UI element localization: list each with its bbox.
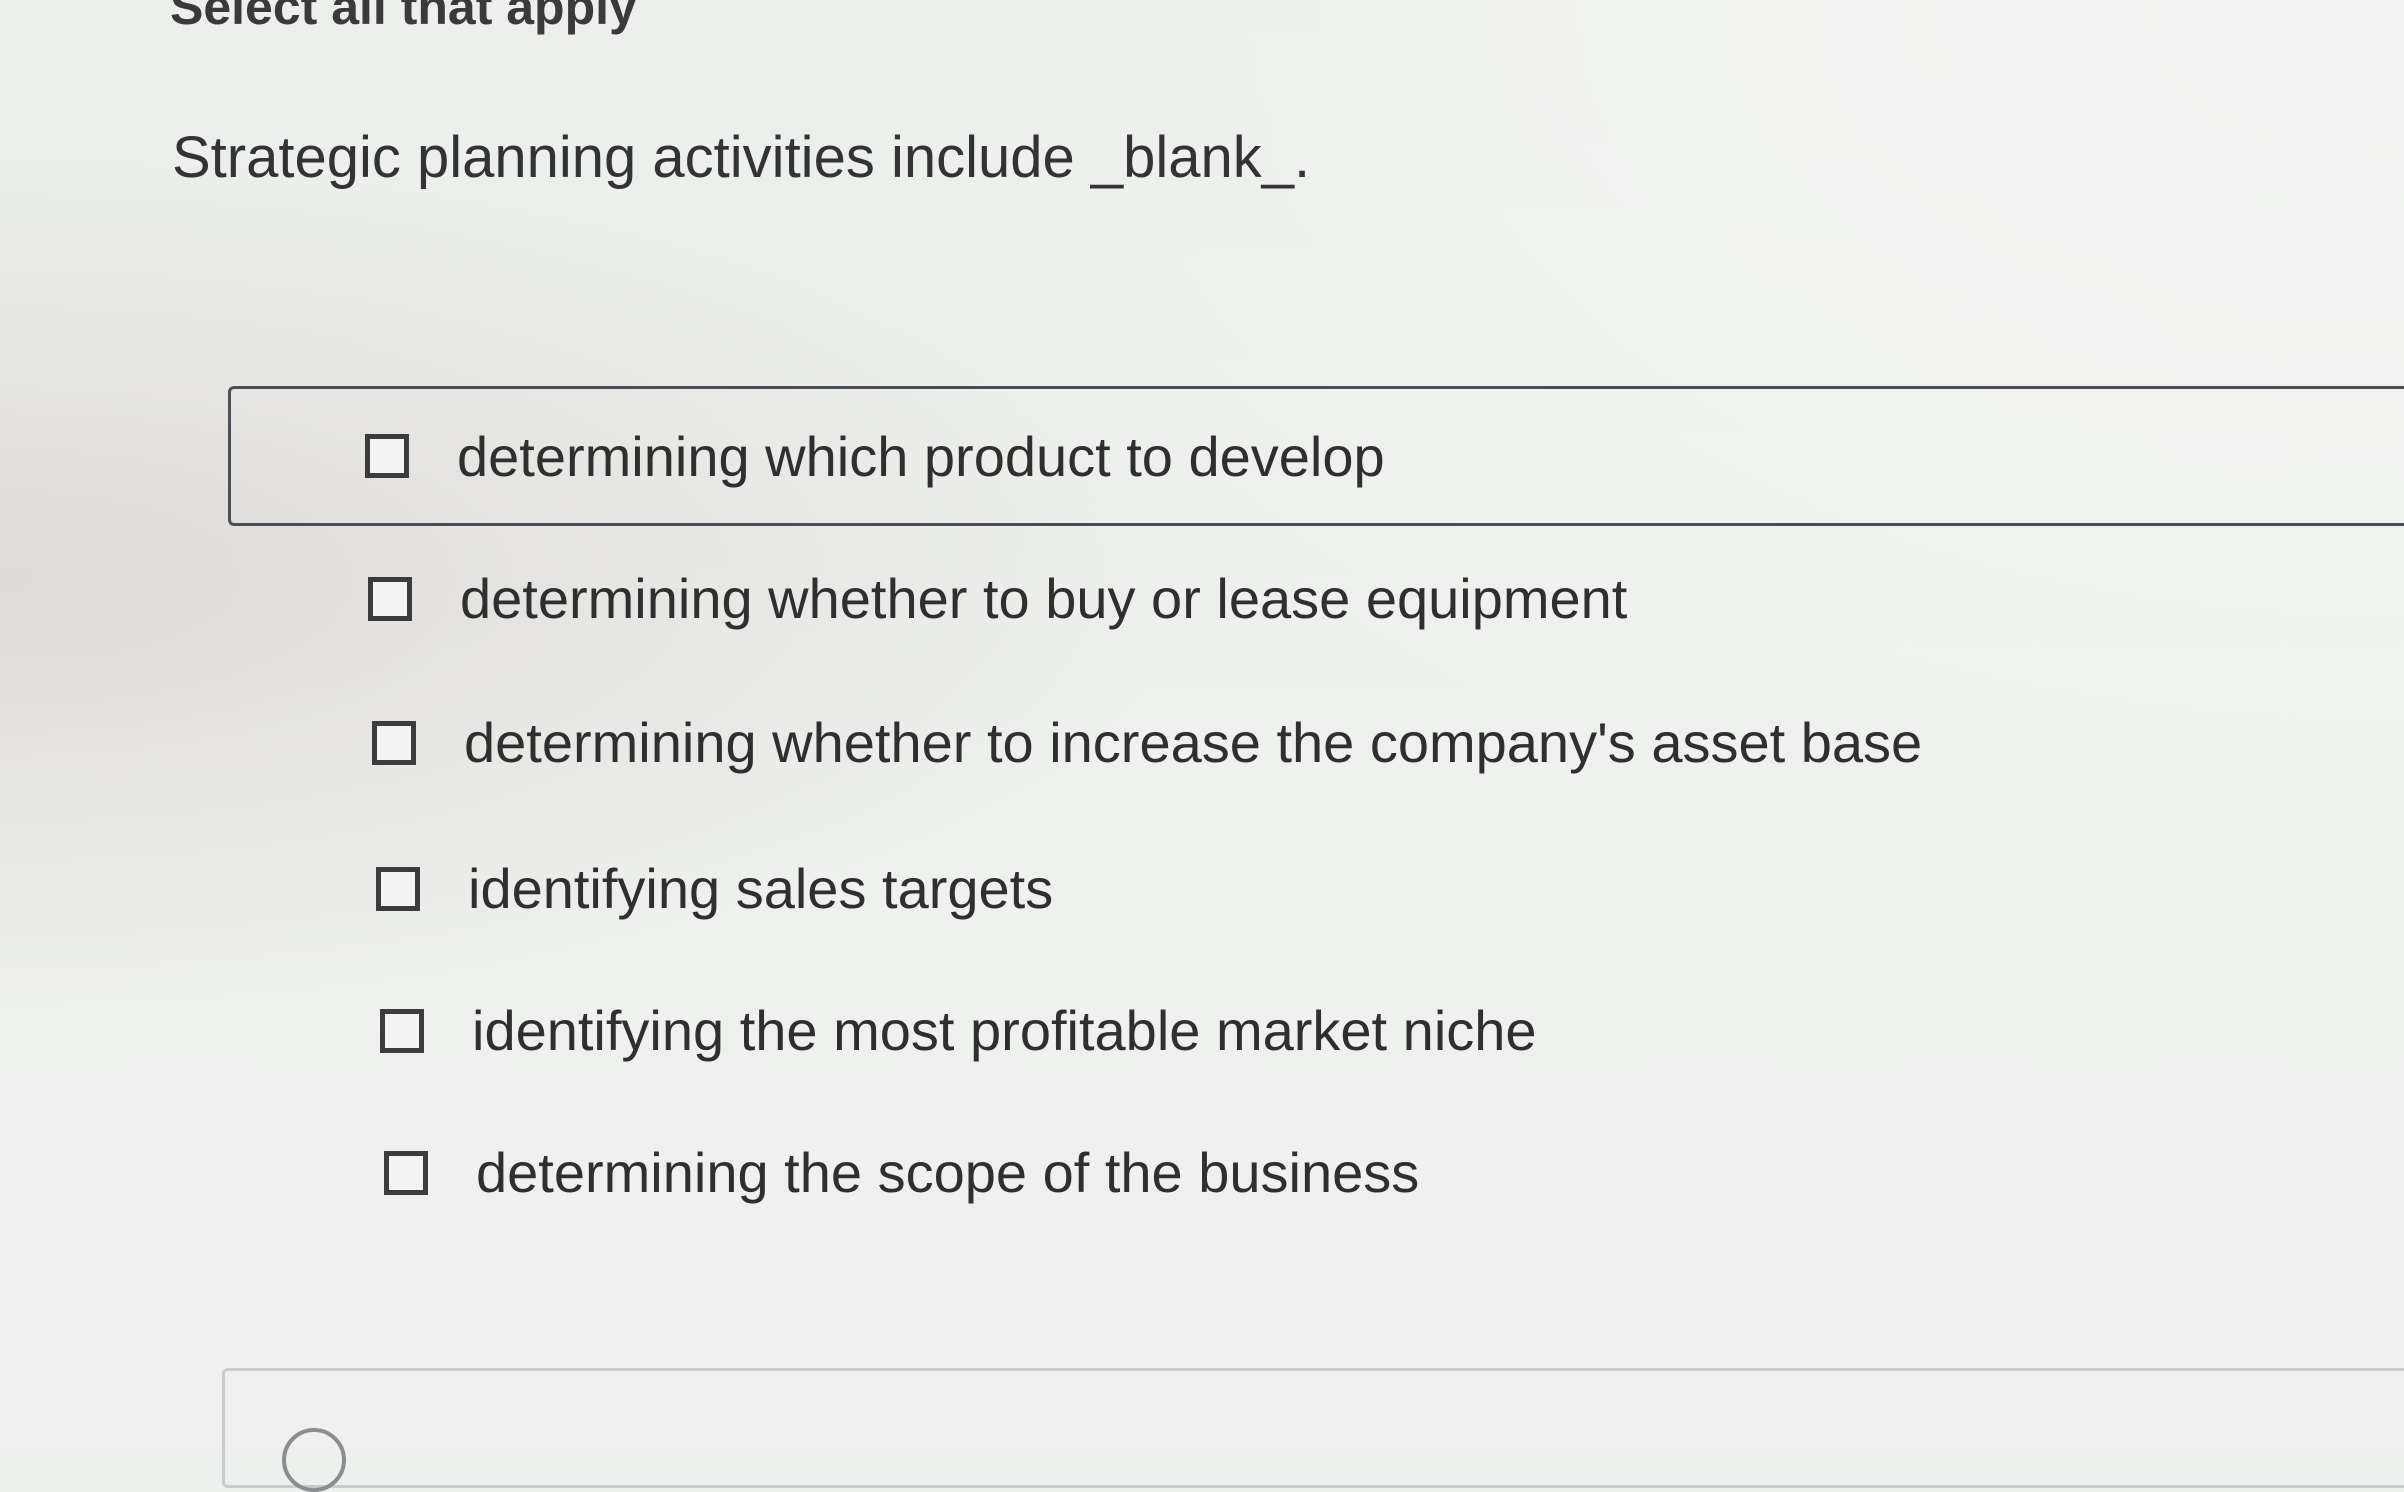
radio-button[interactable] — [282, 1428, 346, 1492]
option-label: determining the scope of the business — [476, 1141, 1420, 1204]
option-item-5[interactable]: identifying the most profitable market n… — [380, 998, 1537, 1063]
checkbox[interactable] — [372, 720, 416, 765]
next-question-panel — [222, 1368, 2404, 1488]
answer-options-list: determining which product to develop det… — [0, 0, 2404, 1447]
checkbox[interactable] — [384, 1150, 428, 1195]
option-label: determining whether to increase the comp… — [464, 711, 1923, 774]
checkbox[interactable] — [365, 434, 409, 478]
option-item-6[interactable]: determining the scope of the business — [384, 1140, 1419, 1205]
option-label: determining whether to buy or lease equi… — [460, 567, 1628, 630]
option-item-1[interactable]: determining which product to develop — [228, 386, 2404, 526]
checkbox[interactable] — [380, 1008, 424, 1053]
checkbox[interactable] — [368, 576, 412, 621]
option-label: identifying the most profitable market n… — [472, 999, 1537, 1062]
option-label: determining which product to develop — [457, 424, 1385, 488]
checkbox[interactable] — [376, 866, 420, 911]
option-item-4[interactable]: identifying sales targets — [376, 856, 1053, 921]
option-item-2[interactable]: determining whether to buy or lease equi… — [368, 566, 1627, 631]
option-label: identifying sales targets — [468, 857, 1054, 920]
option-item-3[interactable]: determining whether to increase the comp… — [372, 710, 1922, 775]
